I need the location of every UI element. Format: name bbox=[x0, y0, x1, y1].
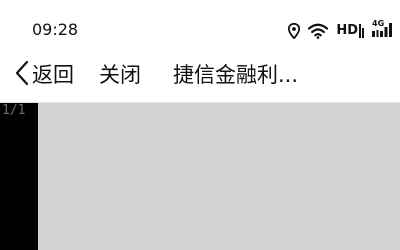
network-4g-icon: 4G bbox=[372, 19, 394, 40]
navigation-bar: 返回 关闭 捷信金融利... bbox=[0, 52, 400, 98]
status-icons: HD 4G bbox=[288, 19, 394, 42]
document-viewer[interactable]: 1/1 bbox=[0, 103, 400, 250]
status-bar: 09:28 HD 4G bbox=[0, 0, 400, 50]
back-label: 返回 bbox=[32, 63, 74, 87]
viewer-side-panel: 1/1 bbox=[0, 103, 38, 250]
hd-label: HD bbox=[336, 23, 358, 38]
wifi-icon bbox=[308, 23, 329, 39]
network-label: 4G bbox=[372, 19, 385, 28]
hd-icon: HD bbox=[336, 23, 364, 39]
back-button[interactable]: 返回 bbox=[14, 60, 74, 90]
page-title: 捷信金融利... bbox=[173, 63, 299, 87]
status-time: 09:28 bbox=[32, 20, 79, 39]
location-icon bbox=[288, 23, 301, 39]
close-button[interactable]: 关闭 bbox=[99, 60, 141, 90]
chevron-left-icon bbox=[14, 60, 30, 90]
page-counter: 1/1 bbox=[2, 103, 26, 118]
